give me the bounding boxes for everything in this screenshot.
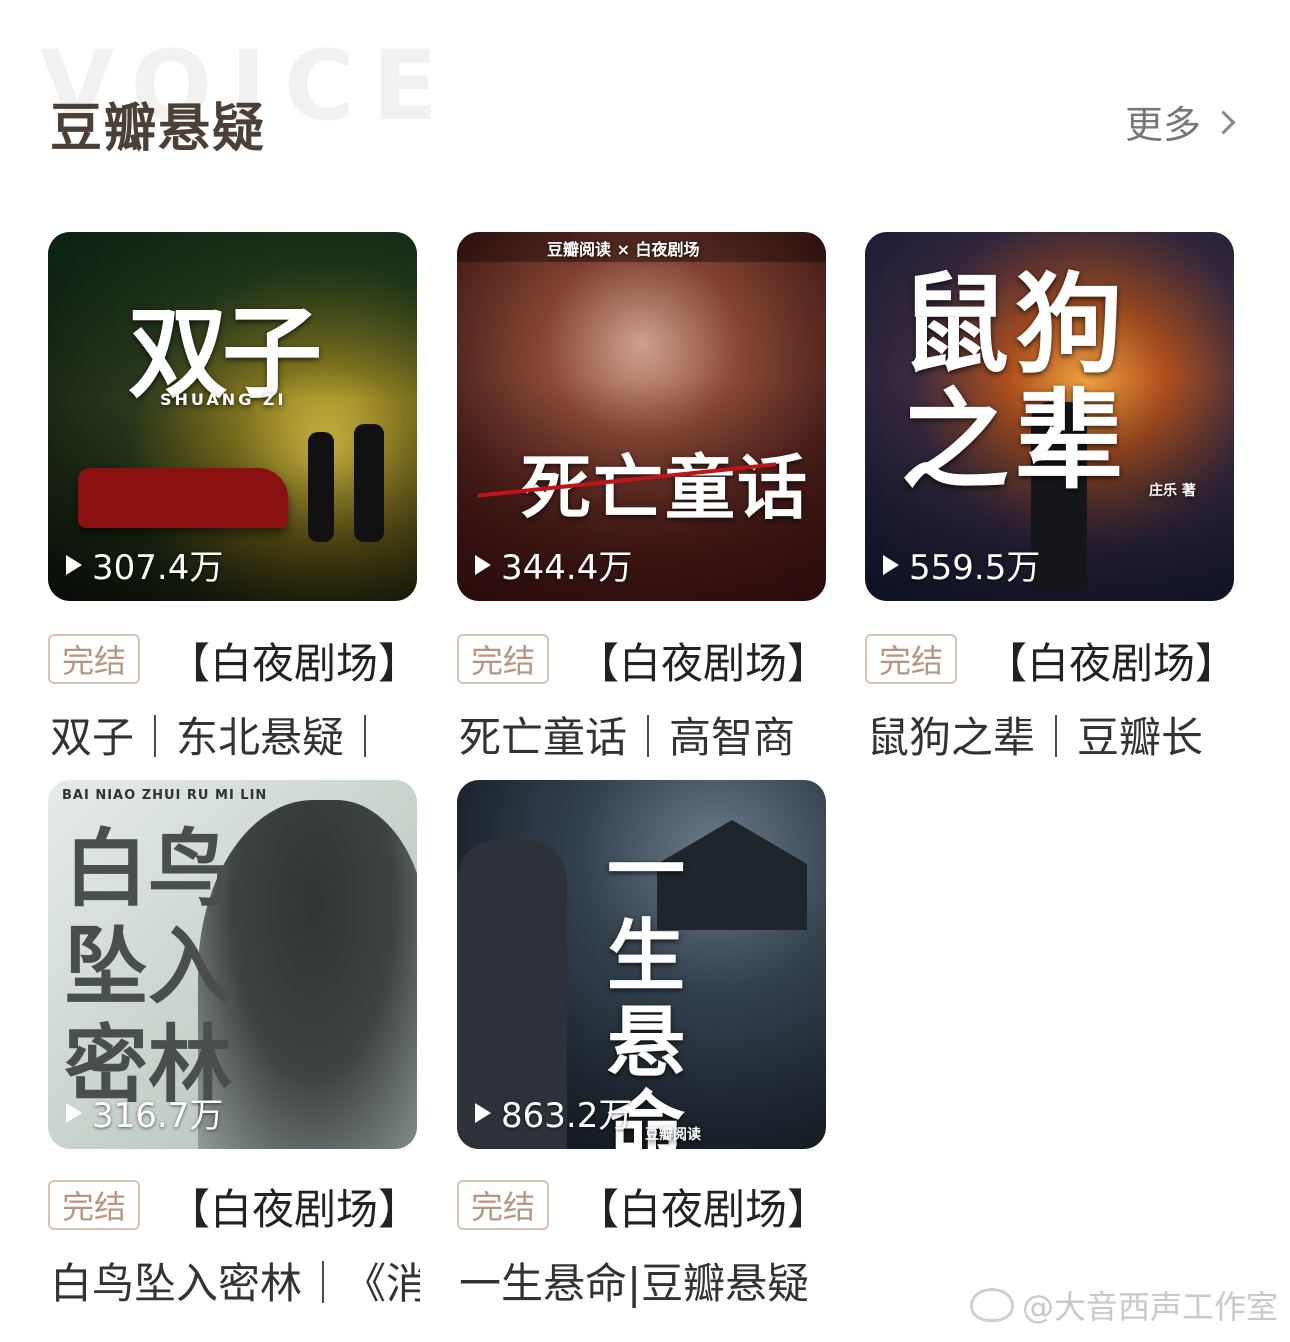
play-count-value: 559.5万 xyxy=(909,548,1041,588)
play-icon xyxy=(475,1102,491,1123)
cover-image[interactable]: 豆瓣阅读 × 白夜剧场 死亡童话 344.4万 xyxy=(457,232,826,601)
more-button[interactable]: 更多 xyxy=(1124,94,1236,149)
status-badge: 完结 xyxy=(48,1180,140,1230)
taxi-shape xyxy=(78,468,288,528)
play-count: 307.4万 xyxy=(66,540,223,589)
series-label: 【白夜剧场】 xyxy=(168,1185,421,1234)
cover-subtitle: SHUANG ZI xyxy=(160,390,287,409)
play-icon xyxy=(66,1102,82,1123)
cover-image[interactable]: 双子 SHUANG ZI 307.4万 xyxy=(48,232,417,601)
cover-subtitle: 豆瓣阅读 xyxy=(645,1127,701,1143)
item-description[interactable]: 一生悬命|豆瓣悬疑 xyxy=(459,1250,829,1311)
cover-title: 鼠狗之辈 xyxy=(901,263,1130,504)
cover-image[interactable]: 鼠狗之辈 庄乐 著 559.5万 xyxy=(865,232,1234,601)
figure-shape xyxy=(354,424,384,542)
weibo-icon xyxy=(969,1288,1014,1322)
play-count: 863.2万 xyxy=(475,1088,632,1137)
play-icon xyxy=(883,554,899,575)
item-description[interactable]: 鼠狗之辈｜豆瓣长 xyxy=(867,704,1237,765)
figure-shape xyxy=(308,432,334,542)
cover-title: 白鸟坠入密林 xyxy=(64,819,233,1114)
chevron-right-icon xyxy=(1211,110,1236,135)
play-count: 316.7万 xyxy=(66,1088,223,1137)
cover-subtitle: 豆瓣阅读 × 白夜剧场 xyxy=(547,240,700,259)
cover-subtitle: 庄乐 著 xyxy=(1149,483,1196,499)
play-count-value: 863.2万 xyxy=(501,1096,633,1136)
play-icon xyxy=(475,554,491,575)
series-label: 【白夜剧场】 xyxy=(577,1185,830,1234)
status-badge: 完结 xyxy=(457,634,549,684)
status-badge: 完结 xyxy=(48,634,140,684)
weibo-watermark: @大音西声工作室 xyxy=(969,1282,1278,1328)
item-description[interactable]: 双子｜东北悬疑｜ xyxy=(50,704,420,765)
series-label: 【白夜剧场】 xyxy=(577,639,830,688)
cover-image[interactable]: BAI NIAO ZHUI RU MI LIN 白鸟坠入密林 316.7万 xyxy=(48,780,417,1149)
content-card: VOICE 豆瓣悬疑 更多 双子 SHUANG ZI 307.4万 完结 【白夜… xyxy=(0,0,1290,1342)
section-title: 豆瓣悬疑 xyxy=(50,99,267,159)
cover-subtitle: BAI NIAO ZHUI RU MI LIN xyxy=(62,788,268,803)
play-count-value: 307.4万 xyxy=(92,548,224,588)
status-badge: 完结 xyxy=(865,634,957,684)
weibo-watermark-text: @大音西声工作室 xyxy=(1021,1288,1278,1326)
play-count: 344.4万 xyxy=(475,540,632,589)
cover-image[interactable]: 一生悬命 豆瓣阅读 863.2万 xyxy=(457,780,826,1149)
more-label: 更多 xyxy=(1124,103,1201,147)
item-description[interactable]: 白鸟坠入密林｜《消 xyxy=(50,1250,420,1311)
cover-title: 死亡童话 xyxy=(521,446,809,529)
item-description[interactable]: 死亡童话｜高智商 xyxy=(459,704,829,765)
play-icon xyxy=(66,554,82,575)
series-label: 【白夜剧场】 xyxy=(985,639,1238,688)
status-badge: 完结 xyxy=(457,1180,549,1230)
play-count: 559.5万 xyxy=(883,540,1040,589)
series-label: 【白夜剧场】 xyxy=(168,639,421,688)
play-count-value: 316.7万 xyxy=(92,1096,224,1136)
play-count-value: 344.4万 xyxy=(501,548,633,588)
